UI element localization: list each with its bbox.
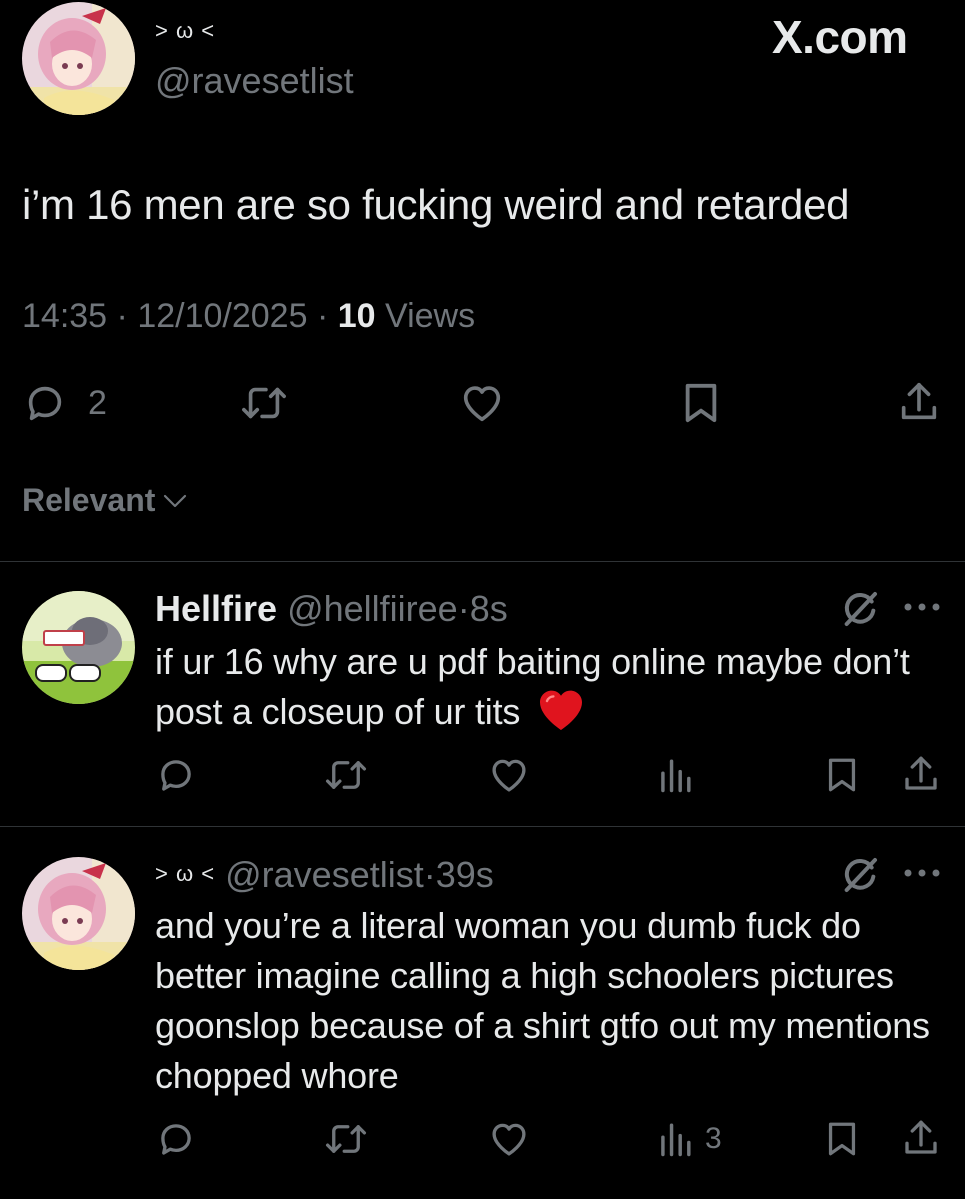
grok-button[interactable] [840, 589, 880, 629]
reply-age: 8s [469, 588, 508, 629]
tweet-date: 12/10/2025 [137, 297, 308, 335]
more-button[interactable] [903, 600, 941, 614]
divider [0, 561, 965, 562]
reply-icon [28, 386, 62, 421]
bookmark-icon [828, 758, 856, 792]
bookmark-button[interactable] [824, 754, 860, 796]
retweet-icon [325, 1125, 367, 1153]
meta-separator: · [423, 854, 436, 895]
views-icon [661, 759, 691, 793]
reply-icon [161, 760, 191, 791]
views-count: 10 [337, 297, 376, 335]
retweet-button[interactable] [323, 1118, 369, 1160]
bookmark-icon [828, 1122, 856, 1156]
bookmark-icon [685, 383, 717, 423]
reply-header: > ω < @ravesetlist·39s [155, 854, 494, 896]
views-button[interactable]: 3 [657, 1120, 722, 1158]
retweet-icon [242, 387, 286, 419]
reply-text: and you’re a literal woman you dumb fuck… [155, 905, 930, 1096]
reply-text: if ur 16 why are u pdf baiting online ma… [155, 637, 945, 737]
like-icon [492, 759, 526, 792]
heart-emoji-icon [540, 690, 583, 730]
divider [0, 826, 965, 827]
grok-icon [844, 858, 877, 892]
tweet-meta: 14:35 · 12/10/2025 · 10 Views [22, 297, 475, 336]
share-button[interactable] [900, 1116, 942, 1160]
reply-age: 39s [435, 854, 494, 895]
views-label: Views [385, 297, 476, 335]
share-icon [905, 756, 937, 790]
more-icon [904, 869, 940, 877]
reply-icon [161, 1124, 191, 1155]
grok-icon [844, 592, 877, 626]
reply-handle[interactable]: @ravesetlist [225, 854, 424, 895]
share-icon [905, 1120, 937, 1154]
sort-dropdown[interactable]: Relevant [22, 482, 189, 519]
x-watermark: X.com [772, 11, 908, 63]
sort-label: Relevant [22, 482, 156, 518]
reply-header: Hellfire @hellfiiree·8s [155, 588, 508, 630]
more-button[interactable] [903, 866, 941, 880]
meta-separator: · [457, 588, 470, 629]
grok-button[interactable] [840, 855, 880, 895]
like-icon [492, 1123, 526, 1156]
tweet-time: 14:35 [22, 297, 108, 335]
more-icon [904, 603, 940, 611]
like-button[interactable] [458, 380, 506, 426]
reply-button[interactable] [155, 754, 197, 796]
bookmark-button[interactable] [680, 380, 722, 426]
reply-handle[interactable]: @hellfiiree [287, 588, 458, 629]
chevron-down-icon [164, 494, 187, 507]
reply-body: if ur 16 why are u pdf baiting online ma… [155, 641, 910, 732]
author-display-name: > ω < [155, 18, 216, 43]
meta-separator: · [116, 297, 128, 335]
tweet-text: i’m 16 men are so fucking weird and reta… [22, 181, 850, 228]
views-count: 3 [705, 1122, 722, 1155]
like-icon [463, 386, 501, 422]
views-button[interactable] [657, 756, 693, 794]
share-button[interactable] [900, 752, 942, 796]
reply-count: 2 [88, 384, 107, 422]
author-handle[interactable]: @ravesetlist [155, 60, 354, 102]
like-button[interactable] [488, 1118, 530, 1160]
retweet-icon [325, 761, 367, 789]
meta-separator: · [316, 297, 329, 335]
retweet-button[interactable] [323, 754, 369, 796]
reply-button[interactable] [155, 1118, 197, 1160]
avatar[interactable] [22, 2, 135, 115]
like-button[interactable] [488, 754, 530, 796]
bookmark-button[interactable] [824, 1118, 860, 1160]
reply-display-name[interactable]: Hellfire [155, 588, 277, 629]
share-button[interactable] [896, 378, 942, 426]
share-icon [901, 382, 937, 420]
reply-button[interactable] [22, 380, 68, 426]
views-icon [661, 1123, 691, 1157]
avatar[interactable] [22, 591, 135, 704]
retweet-button[interactable] [238, 380, 290, 426]
reply-display-name[interactable]: > ω < [155, 861, 215, 886]
avatar[interactable] [22, 857, 135, 970]
